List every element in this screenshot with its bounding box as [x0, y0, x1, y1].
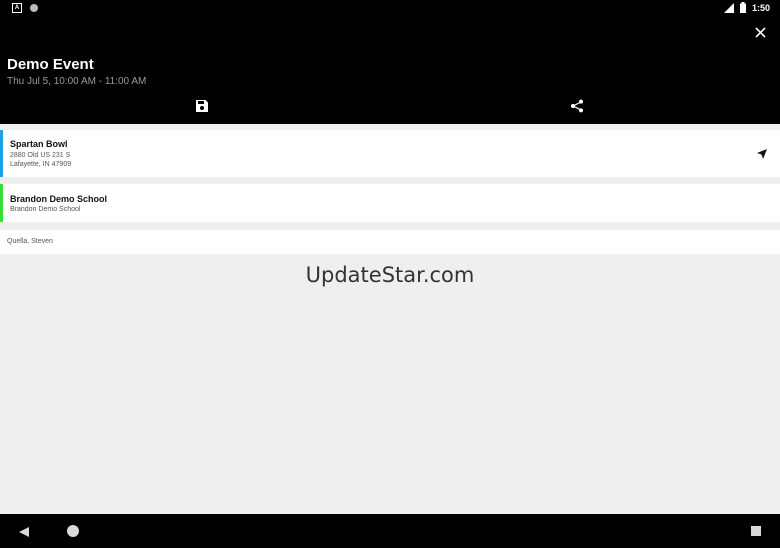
signal-icon — [723, 2, 734, 13]
battery-icon — [739, 2, 746, 13]
sync-icon — [30, 4, 38, 12]
screen: A 1:50 Demo Event Thu Jul 5, 10:00 AM - … — [0, 0, 780, 548]
location-accent — [0, 184, 3, 222]
status-time: 1:50 — [751, 2, 770, 13]
location-accent — [0, 130, 3, 177]
share-icon — [571, 99, 583, 113]
assignee-name: Quella, Steven — [7, 238, 53, 245]
close-button[interactable] — [752, 24, 768, 40]
home-button[interactable] — [67, 525, 79, 537]
location-card-brandon-demo-school[interactable]: Brandon Demo School Brandon Demo School — [0, 184, 780, 222]
back-button[interactable] — [18, 525, 30, 537]
assignee-row[interactable]: Quella, Steven — [0, 230, 780, 254]
save-button[interactable] — [195, 99, 209, 113]
watermark: UpdateStar.com — [305, 263, 475, 287]
system-nav-bar — [0, 514, 780, 548]
save-icon — [196, 100, 208, 112]
location-name: Spartan Bowl — [10, 139, 68, 149]
recent-apps-button[interactable] — [751, 526, 761, 536]
event-header: Demo Event Thu Jul 5, 10:00 AM - 11:00 A… — [0, 16, 780, 124]
navigation-icon — [757, 149, 767, 159]
share-button[interactable] — [570, 99, 584, 113]
location-address-line1: 2880 Old US 231 S — [10, 152, 71, 159]
event-time: Thu Jul 5, 10:00 AM - 11:00 AM — [7, 76, 147, 87]
close-icon — [754, 26, 766, 38]
location-name: Brandon Demo School — [10, 194, 108, 204]
location-address-line1: Brandon Demo School — [10, 206, 81, 213]
a-notification-icon: A — [12, 3, 22, 13]
back-icon — [19, 527, 29, 537]
status-bar: A 1:50 — [0, 0, 780, 16]
location-card-spartan-bowl[interactable]: Spartan Bowl 2880 Old US 231 S Lafayette… — [0, 130, 780, 177]
event-title: Demo Event — [7, 56, 94, 73]
location-address-line2: Lafayette, IN 47909 — [10, 161, 72, 168]
navigate-button[interactable] — [756, 147, 768, 159]
